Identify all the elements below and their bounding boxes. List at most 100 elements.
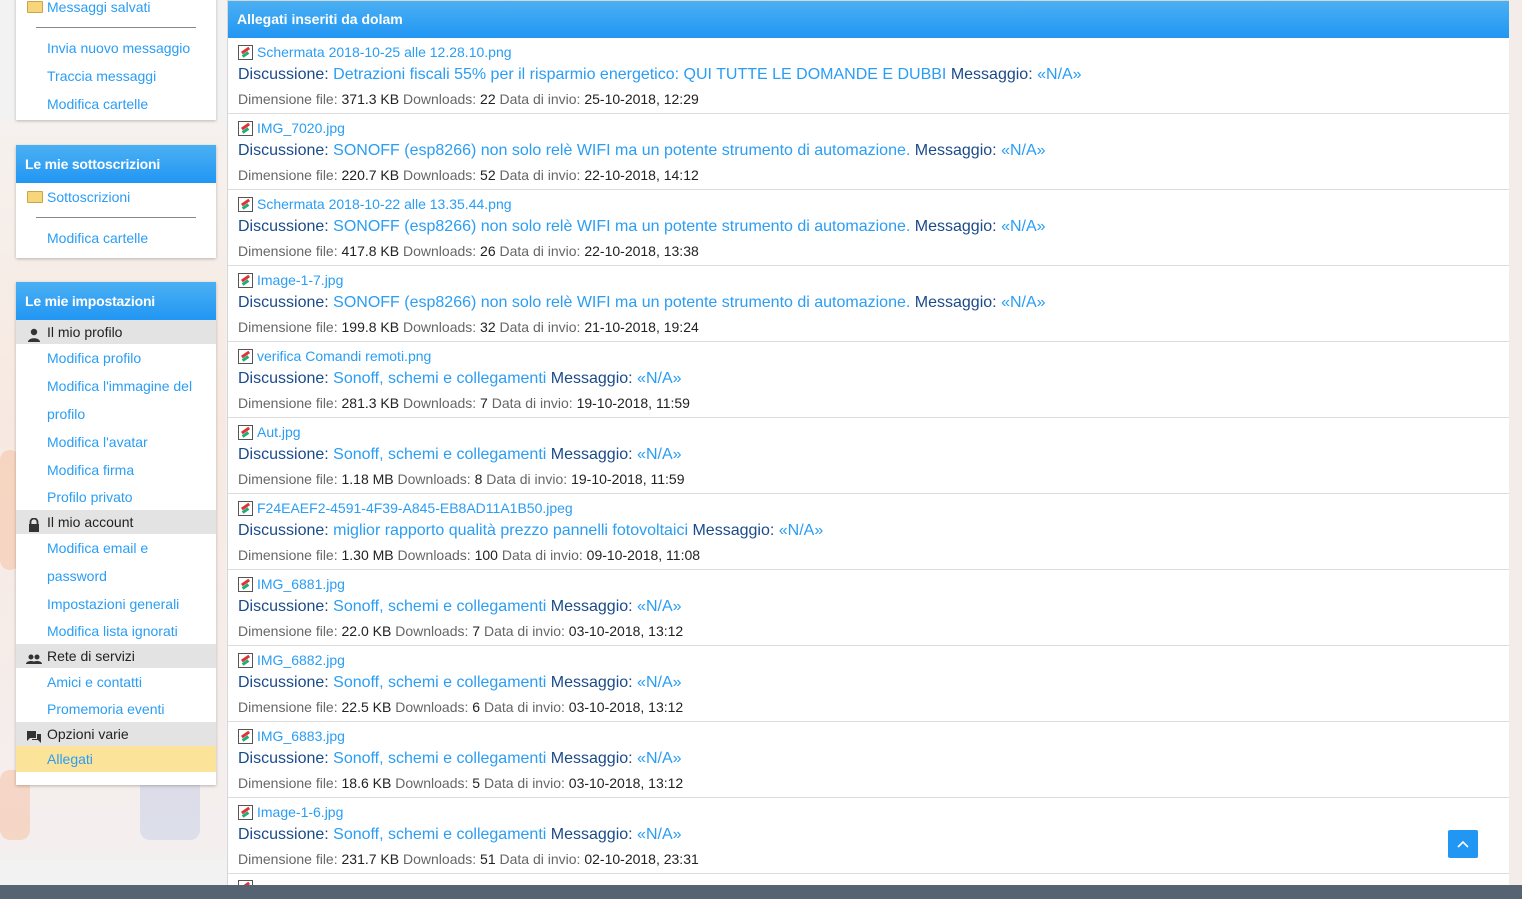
discussion-label: Discussione: <box>238 522 329 539</box>
image-file-icon <box>238 348 253 364</box>
thread-link[interactable]: miglior rapporto qualità prezzo pannelli… <box>333 522 688 539</box>
attachment-file-link[interactable]: IMG_6882.jpg <box>257 652 345 668</box>
message-link[interactable]: «N/A» <box>1001 142 1045 159</box>
attachment-file-link[interactable]: Schermata 2018-10-22 alle 13.35.44.png <box>257 196 512 212</box>
attachment-file-link[interactable]: Image-1-7.jpg <box>257 272 343 288</box>
date-label: Data di invio: <box>499 91 581 107</box>
size-label: Dimensione file: <box>238 471 338 487</box>
edit-profile-picture-link[interactable]: Modifica l'immagine del profilo <box>16 372 216 428</box>
message-link[interactable]: «N/A» <box>637 598 681 615</box>
attachment-file-link[interactable]: verifica Comandi remoti.png <box>257 348 431 364</box>
subscriptions-header: Le mie sottoscrizioni <box>16 145 216 183</box>
attachment-thread-line: Discussione: SONOFF (esp8266) non solo r… <box>238 218 1046 236</box>
scroll-to-top-button[interactable] <box>1448 830 1478 858</box>
taskbar <box>0 885 1522 899</box>
message-label: Messaggio: <box>550 674 633 691</box>
message-link[interactable]: «N/A» <box>637 674 681 691</box>
attachment-meta-line: Dimensione file: 417.8 KB Downloads: 26 … <box>238 243 699 259</box>
attachment-file-line: IMG_6881.jpg <box>238 576 345 592</box>
edit-subscription-folders-link[interactable]: Modifica cartelle <box>16 224 216 252</box>
thread-link[interactable]: Sonoff, schemi e collegamenti <box>333 750 546 767</box>
thread-link[interactable]: Sonoff, schemi e collegamenti <box>333 598 546 615</box>
send-new-message-link[interactable]: Invia nuovo messaggio <box>16 34 216 62</box>
size-value: 22.0 KB <box>341 623 392 639</box>
attachment-file-link[interactable]: Schermata 2018-10-25 alle 12.28.10.png <box>257 44 512 60</box>
divider <box>36 27 196 28</box>
event-reminders-link[interactable]: Promemoria eventi <box>16 696 216 722</box>
chat-icon <box>26 727 42 743</box>
date-value: 03-10-2018, 13:12 <box>568 623 684 639</box>
attachment-meta-line: Dimensione file: 1.18 MB Downloads: 8 Da… <box>238 471 684 487</box>
attachment-thread-line: Discussione: Sonoff, schemi e collegamen… <box>238 370 682 388</box>
subscriptions-block: Le mie sottoscrizioni Sottoscrizioni Mod… <box>16 145 216 258</box>
discussion-label: Discussione: <box>238 826 329 843</box>
attachment-file-line: Schermata 2018-10-25 alle 12.28.10.png <box>238 44 512 60</box>
thread-link[interactable]: Detrazioni fiscali 55% per il risparmio … <box>333 66 946 83</box>
attachment-file-link[interactable]: Image-1-6.jpg <box>257 804 343 820</box>
edit-ignore-list-link[interactable]: Modifica lista ignorati <box>16 618 216 644</box>
saved-messages-folder[interactable]: Messaggi salvati <box>16 0 216 21</box>
message-label: Messaggio: <box>950 66 1033 83</box>
size-label: Dimensione file: <box>238 319 338 335</box>
message-link[interactable]: «N/A» <box>1001 218 1045 235</box>
attachment-thread-line: Discussione: Sonoff, schemi e collegamen… <box>238 826 682 844</box>
edit-email-password-link[interactable]: Modifica email e password <box>16 534 216 590</box>
attachment-file-line: IMG_7020.jpg <box>238 120 345 136</box>
saved-messages-link[interactable]: Messaggi salvati <box>43 0 151 14</box>
attachment-item: Schermata 2018-10-25 alle 12.28.10.png Di… <box>228 38 1510 114</box>
size-value: 199.8 KB <box>341 319 400 335</box>
downloads-label: Downloads: <box>395 623 469 639</box>
subscriptions-folder[interactable]: Sottoscrizioni <box>16 183 216 211</box>
attachment-meta-line: Dimensione file: 18.6 KB Downloads: 5 Da… <box>238 775 683 791</box>
profile-section-header: Il mio profilo <box>16 320 216 344</box>
subscriptions-link[interactable]: Sottoscrizioni <box>43 183 130 211</box>
downloads-label: Downloads: <box>403 851 477 867</box>
track-messages-link[interactable]: Traccia messaggi <box>16 62 216 90</box>
thread-link[interactable]: SONOFF (esp8266) non solo relè WIFI ma u… <box>333 218 910 235</box>
thread-link[interactable]: SONOFF (esp8266) non solo relè WIFI ma u… <box>333 142 910 159</box>
attachment-meta-line: Dimensione file: 371.3 KB Downloads: 22 … <box>238 91 699 107</box>
thread-link[interactable]: SONOFF (esp8266) non solo relè WIFI ma u… <box>333 294 910 311</box>
thread-link[interactable]: Sonoff, schemi e collegamenti <box>333 446 546 463</box>
image-file-icon <box>238 652 253 668</box>
attachment-file-link[interactable]: IMG_6883.jpg <box>257 728 345 744</box>
thread-link[interactable]: Sonoff, schemi e collegamenti <box>333 674 546 691</box>
attachment-thread-line: Discussione: SONOFF (esp8266) non solo r… <box>238 142 1046 160</box>
person-icon <box>26 325 42 342</box>
attachment-file-link[interactable]: IMG_7020.jpg <box>257 120 345 136</box>
network-section-label: Rete di servizi <box>47 648 135 664</box>
attachments-link[interactable]: Allegati <box>16 746 216 772</box>
private-profile-link[interactable]: Profilo privato <box>16 484 216 510</box>
thread-link[interactable]: Sonoff, schemi e collegamenti <box>333 370 546 387</box>
downloads-value: 51 <box>480 851 496 867</box>
attachment-file-link[interactable]: Aut.jpg <box>257 424 301 440</box>
edit-signature-link[interactable]: Modifica firma <box>16 456 216 484</box>
message-link[interactable]: «N/A» <box>637 826 681 843</box>
message-link[interactable]: «N/A» <box>637 446 681 463</box>
general-settings-link[interactable]: Impostazioni generali <box>16 590 216 618</box>
date-label: Data di invio: <box>483 623 565 639</box>
date-value: 03-10-2018, 13:12 <box>568 775 684 791</box>
message-link[interactable]: «N/A» <box>637 370 681 387</box>
message-label: Messaggio: <box>914 142 997 159</box>
misc-section-header: Opzioni varie <box>16 722 216 746</box>
message-link[interactable]: «N/A» <box>637 750 681 767</box>
message-link[interactable]: «N/A» <box>1037 66 1081 83</box>
edit-folders-link[interactable]: Modifica cartelle <box>16 90 216 118</box>
downloads-value: 32 <box>480 319 496 335</box>
edit-profile-link[interactable]: Modifica profilo <box>16 344 216 372</box>
date-value: 22-10-2018, 14:12 <box>584 167 699 183</box>
attachment-file-link[interactable]: IMG_6881.jpg <box>257 576 345 592</box>
downloads-label: Downloads: <box>403 319 477 335</box>
message-link[interactable]: «N/A» <box>779 522 823 539</box>
message-link[interactable]: «N/A» <box>1001 294 1045 311</box>
attachment-file-line: Image-1-7.jpg <box>238 272 343 288</box>
downloads-value: 6 <box>472 699 481 715</box>
thread-link[interactable]: Sonoff, schemi e collegamenti <box>333 826 546 843</box>
attachment-file-link[interactable]: F24EAEF2-4591-4F39-A845-EB8AD11A1B50.jpe… <box>257 500 573 516</box>
folder-icon <box>27 191 43 203</box>
friends-contacts-link[interactable]: Amici e contatti <box>16 668 216 696</box>
downloads-label: Downloads: <box>403 167 477 183</box>
size-value: 1.18 MB <box>341 471 394 487</box>
edit-avatar-link[interactable]: Modifica l'avatar <box>16 428 216 456</box>
